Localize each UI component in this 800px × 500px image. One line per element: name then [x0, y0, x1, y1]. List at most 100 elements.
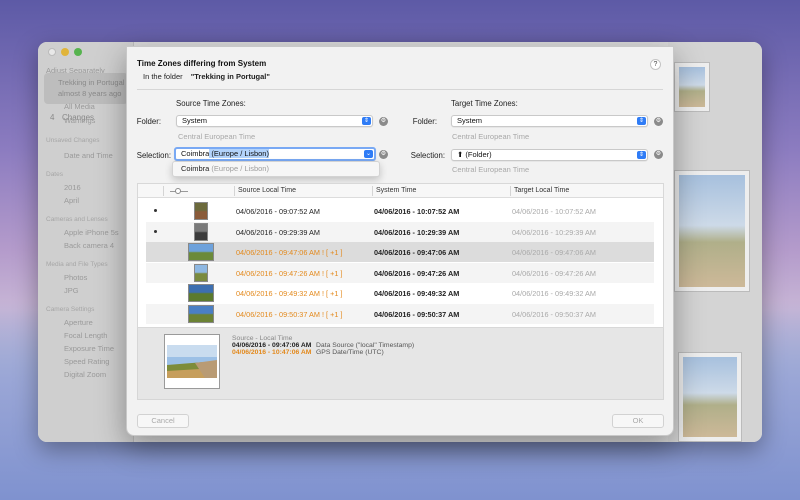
detail-local-time: 04/06/2016 - 09:47:06 AM [232, 342, 312, 349]
window-controls [48, 48, 82, 56]
ok-button[interactable]: OK [612, 414, 664, 428]
target-selection-label: Selection: [410, 151, 445, 160]
column-header-source[interactable]: Source Local Time [238, 187, 296, 194]
system-time-cell: 04/06/2016 - 09:47:06 AM [374, 248, 460, 257]
target-selection-gear-icon[interactable]: ⚙ [654, 150, 663, 159]
target-folder-label: Folder: [412, 117, 437, 126]
sidebar-item[interactable]: Focal Length [64, 331, 107, 340]
sidebar-item[interactable]: All Media [64, 102, 95, 111]
target-folder-gear-icon[interactable]: ⚙ [654, 117, 663, 126]
table-row[interactable]: 04/06/2016 - 09:47:26 AM ! [ +1 ] 04/06/2… [146, 262, 654, 283]
sidebar-item[interactable]: 2016 [64, 183, 81, 192]
sidebar-item[interactable]: Warnings [64, 116, 95, 125]
photo-time-table: Source Local Time System Time Target Loc… [137, 183, 664, 328]
close-window-button[interactable] [48, 48, 56, 56]
target-folder-popup[interactable]: System ⇕ [451, 115, 648, 127]
cancel-button[interactable]: Cancel [137, 414, 189, 428]
timezone-suggestion-dropdown[interactable]: Coimbra (Europe / Lisbon) [172, 161, 380, 177]
target-local-time-cell: 04/06/2016 - 10:29:39 AM [512, 227, 596, 237]
time-zones-sheet: Time Zones differing from System In the … [126, 46, 674, 436]
chevron-updown-icon: ⇕ [362, 117, 371, 125]
column-header-system[interactable]: System Time [376, 187, 416, 194]
target-local-time-cell: 04/06/2016 - 09:49:32 AM [512, 289, 596, 298]
table-row[interactable]: 04/06/2016 - 09:47:06 AM ! [ +1 ] 04/06/2… [146, 242, 654, 262]
slider-knob[interactable] [175, 188, 181, 194]
detail-panel: Source - Local Time 04/06/2016 - 09:47:0… [137, 328, 664, 400]
row-marker-dot [154, 229, 157, 233]
target-local-time-cell: 04/06/2016 - 10:07:52 AM [512, 207, 596, 216]
target-folder-hint: Central European Time [452, 132, 530, 141]
target-local-time-cell: 04/06/2016 - 09:47:06 AM [512, 248, 596, 257]
target-selection-popup[interactable]: ⬆ (Folder) ⇕ [451, 149, 648, 161]
suggestion-city: Coimbra [181, 164, 210, 173]
row-thumbnail [194, 202, 208, 220]
chevron-updown-icon: ⇕ [637, 117, 646, 125]
sidebar-item[interactable]: Speed Rating [64, 357, 109, 366]
sidebar-item[interactable]: Photos [64, 273, 87, 282]
chevron-down-icon[interactable]: ⌄ [364, 150, 373, 158]
system-time-cell: 04/06/2016 - 10:29:39 AM [374, 227, 460, 237]
target-time-zones-title: Target Time Zones: [451, 99, 518, 108]
sheet-title: Time Zones differing from System [137, 59, 267, 68]
source-local-time-cell: 04/06/2016 - 09:49:32 AM ! [ +1 ] [236, 289, 343, 298]
selected-photo-preview [164, 334, 220, 389]
sidebar-section-header: Cameras and Lenses [46, 216, 108, 223]
app-sidebar: Adjust Separately Trekking in Portugal a… [38, 42, 134, 442]
source-folder-popup[interactable]: System ⇕ [176, 115, 373, 127]
system-time-cell: 04/06/2016 - 09:50:37 AM [374, 309, 460, 319]
source-time-zones-title: Source Time Zones: [176, 99, 246, 108]
source-local-time-cell: 04/06/2016 - 09:29:39 AM [236, 227, 320, 237]
table-row[interactable]: 04/06/2016 - 09:07:52 AM 04/06/2016 - 10:… [146, 201, 654, 221]
target-local-time-cell: 04/06/2016 - 09:50:37 AM [512, 309, 596, 319]
photo-thumbnail[interactable] [674, 170, 750, 292]
table-header: Source Local Time System Time Target Loc… [138, 184, 663, 198]
source-local-time-cell: 04/06/2016 - 09:07:52 AM [236, 207, 320, 216]
divider [137, 89, 663, 90]
column-header-target[interactable]: Target Local Time [514, 187, 569, 194]
source-folder-gear-icon[interactable]: ⚙ [379, 117, 388, 126]
sidebar-item[interactable]: Exposure Time [64, 344, 114, 353]
source-selection-label: Selection: [136, 151, 171, 160]
row-thumbnail [194, 263, 208, 282]
target-folder-value: System [457, 116, 483, 125]
sidebar-item[interactable]: Back camera 4 [64, 241, 114, 250]
detail-gps-time-label: GPS Date/Time (UTC) [316, 349, 384, 356]
selected-folder-title: Trekking in Portugal [58, 78, 125, 87]
photo-thumbnail[interactable] [678, 352, 742, 442]
source-local-time-cell: 04/06/2016 - 09:47:26 AM ! [ +1 ] [236, 268, 343, 278]
sidebar-item[interactable]: JPG [64, 286, 79, 295]
system-time-cell: 04/06/2016 - 10:07:52 AM [374, 207, 460, 216]
source-selection-combobox[interactable]: Coimbra (Europe / Lisbon) ⌄ [174, 147, 376, 161]
sidebar-item[interactable]: Aperture [64, 318, 93, 327]
target-selection-hint: Central European Time [452, 165, 530, 174]
sidebar-item[interactable]: Apple iPhone 5s [64, 228, 119, 237]
system-time-cell: 04/06/2016 - 09:49:32 AM [374, 289, 460, 298]
source-folder-label: Folder: [136, 117, 161, 126]
source-local-time-cell: 04/06/2016 - 09:50:37 AM ! [ +1 ] [236, 309, 343, 319]
folder-line: In the folder "Trekking in Portugal" [143, 72, 270, 81]
source-selection-city: Coimbra [181, 149, 210, 158]
source-folder-hint: Central European Time [178, 132, 256, 141]
target-local-time-cell: 04/06/2016 - 09:47:26 AM [512, 268, 596, 278]
sidebar-item[interactable]: Date and Time [64, 151, 113, 160]
source-selection-zone: (Europe / Lisbon) [209, 149, 269, 158]
sidebar-item[interactable]: Digital Zoom [64, 370, 106, 379]
changes-count: 4 [50, 113, 55, 122]
source-selection-gear-icon[interactable]: ⚙ [379, 150, 388, 159]
detail-heading: Source - Local Time [232, 335, 293, 342]
table-row[interactable]: 04/06/2016 - 09:49:32 AM ! [ +1 ] 04/06/2… [146, 283, 654, 303]
minimize-window-button[interactable] [61, 48, 69, 56]
sidebar-section-header: Media and File Types [46, 261, 108, 268]
photo-thumbnail[interactable] [674, 62, 710, 112]
target-selection-value: ⬆ (Folder) [457, 150, 492, 159]
row-marker-dot [154, 209, 157, 212]
table-row[interactable]: 04/06/2016 - 09:29:39 AM 04/06/2016 - 10:… [146, 221, 654, 242]
sidebar-section-header: Camera Settings [46, 306, 95, 313]
zoom-window-button[interactable] [74, 48, 82, 56]
row-thumbnail [188, 243, 214, 261]
sidebar-item[interactable]: April [64, 196, 79, 205]
help-button[interactable]: ? [650, 59, 661, 70]
table-row[interactable]: 04/06/2016 - 09:50:37 AM ! [ +1 ] 04/06/2… [146, 303, 654, 324]
detail-gps-time: 04/06/2016 - 10:47:06 AM [232, 349, 312, 356]
source-folder-value: System [182, 116, 208, 125]
